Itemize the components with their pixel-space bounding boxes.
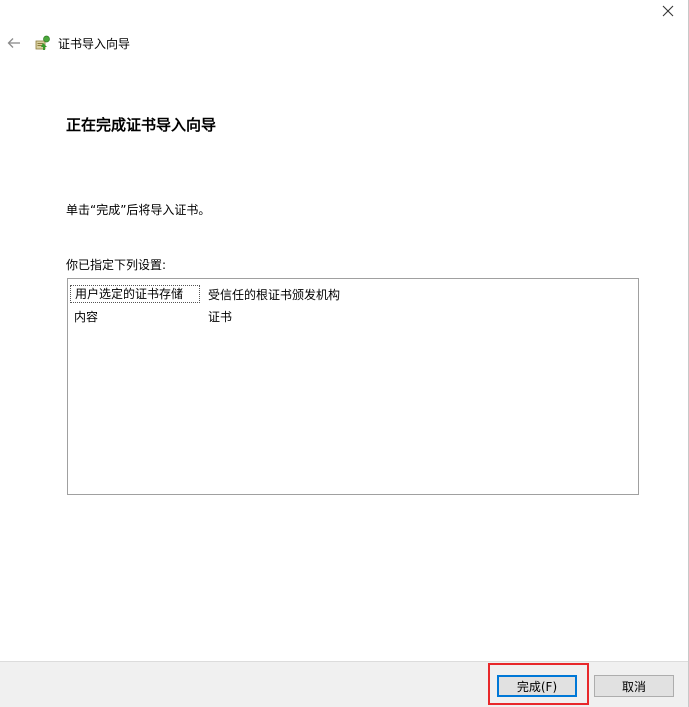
page-heading: 正在完成证书导入向导 — [66, 116, 217, 134]
button-bar: 完成(F) 取消 — [0, 661, 688, 707]
finish-button[interactable]: 完成(F) — [497, 675, 577, 697]
wizard-nav-bar: 证书导入向导 — [0, 30, 400, 56]
back-arrow-icon — [7, 38, 20, 48]
wizard-title: 证书导入向导 — [58, 36, 131, 51]
settings-row[interactable]: 用户选定的证书存储 受信任的根证书颁发机构 — [68, 283, 638, 305]
certificate-import-wizard-window: 证书导入向导 正在完成证书导入向导 单击“完成”后将导入证书。 你已指定下列设置… — [0, 0, 689, 707]
settings-value: 证书 — [208, 309, 233, 324]
instruction-text: 单击“完成”后将导入证书。 — [66, 203, 211, 217]
settings-list[interactable]: 用户选定的证书存储 受信任的根证书颁发机构 内容 证书 — [67, 278, 639, 495]
close-icon — [662, 5, 674, 17]
settings-value: 受信任的根证书颁发机构 — [208, 287, 341, 302]
certificate-wizard-icon — [34, 34, 52, 52]
close-button[interactable] — [655, 0, 681, 22]
back-button[interactable] — [2, 31, 26, 55]
settings-key: 用户选定的证书存储 — [70, 285, 200, 303]
cancel-button[interactable]: 取消 — [594, 675, 674, 697]
settings-key: 内容 — [74, 309, 99, 324]
settings-label: 你已指定下列设置: — [66, 258, 167, 272]
settings-row[interactable]: 内容 证书 — [68, 305, 638, 327]
